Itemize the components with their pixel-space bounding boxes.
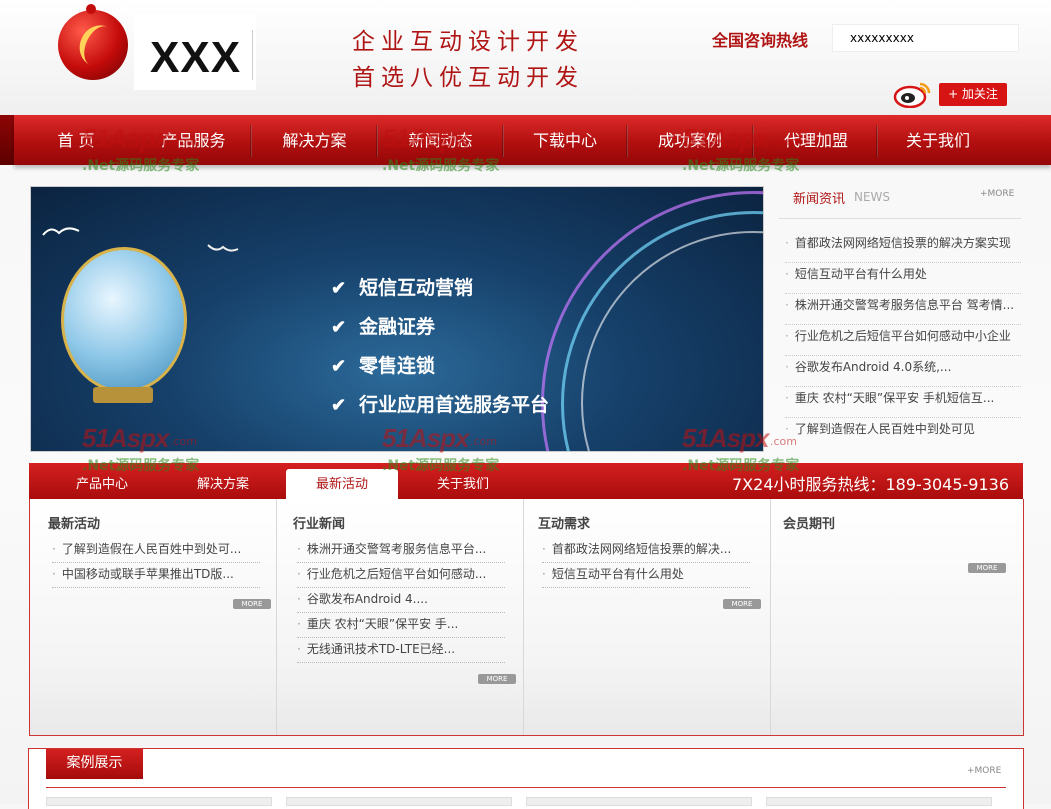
globe-stand xyxy=(93,387,153,403)
banner-line-3: ✔ 零售连锁 xyxy=(331,351,435,378)
banner-line-text: 行业应用首选服务平台 xyxy=(359,394,550,416)
list-item[interactable]: 了解到造假在人民百姓中到处可... xyxy=(52,537,260,563)
watermark-logo: 51Aspx xyxy=(382,123,469,153)
banner-line-text: 短信互动营销 xyxy=(359,277,474,299)
column-title: 最新活动 xyxy=(48,517,101,532)
more-button[interactable]: MORE xyxy=(723,599,761,609)
watermark-tagline: .Net源码服务专家 xyxy=(82,158,200,174)
nav-item-about[interactable]: 关于我们 xyxy=(878,115,998,165)
news-item[interactable]: 首都政法网网络短信投票的解决方案实现 xyxy=(785,231,1021,263)
tab-about[interactable]: 关于我们 xyxy=(407,473,519,492)
case-thumbnail[interactable] xyxy=(286,797,512,806)
weibo-icon[interactable] xyxy=(892,80,932,108)
news-item[interactable]: 行业危机之后短信平台如何感动中小企业 xyxy=(785,324,1021,356)
watermark: 51Aspx .com .Net源码服务专家 xyxy=(82,423,232,474)
column-title: 互动需求 xyxy=(538,517,591,532)
watermark-com: .com xyxy=(470,135,497,148)
column-divider xyxy=(523,499,524,735)
check-icon: ✔ xyxy=(331,317,347,338)
more-button[interactable]: MORE xyxy=(968,563,1006,573)
globe-illustration xyxy=(61,247,187,393)
tab-products[interactable]: 产品中心 xyxy=(46,473,158,492)
watermark-tagline: .Net源码服务专家 xyxy=(682,158,800,174)
watermark-tagline: .Net源码服务专家 xyxy=(82,458,200,474)
list-item[interactable]: 短信互动平台有什么用处 xyxy=(542,562,750,588)
list-item[interactable]: 行业危机之后短信平台如何感动... xyxy=(297,562,505,588)
case-more-link[interactable]: +MORE xyxy=(967,766,1001,776)
news-item[interactable]: 株洲开通交警驾考服务信息平台 驾考情... xyxy=(785,293,1021,325)
list-item[interactable]: 中国移动或联手苹果推出TD版... xyxy=(52,562,260,588)
column-title: 会员期刊 xyxy=(783,517,836,532)
watermark-com: .com xyxy=(170,435,197,448)
watermark-com: .com xyxy=(770,435,797,448)
watermark-com: .com xyxy=(170,135,197,148)
more-button[interactable]: MORE xyxy=(478,674,516,684)
banner-line-text: 金融证券 xyxy=(359,316,436,338)
slogan-line-2: 首选八优互动开发 xyxy=(352,65,584,91)
bird-icon xyxy=(207,244,239,252)
news-title: 新闻资讯 xyxy=(793,192,846,207)
news-more-link[interactable]: +MORE xyxy=(980,189,1014,199)
banner-line-4: ✔ 行业应用首选服务平台 xyxy=(331,390,549,417)
watermark: 51Aspx .com .Net源码服务专家 xyxy=(382,123,532,174)
slogan-line-1: 企业互动设计开发 xyxy=(352,29,584,55)
news-title-en: NEWS xyxy=(854,190,891,204)
case-title: 案例展示 xyxy=(46,749,143,779)
watermark-logo: 51Aspx xyxy=(382,423,469,453)
bird-icon xyxy=(42,227,80,236)
column-divider xyxy=(276,499,277,735)
watermark-com: .com xyxy=(470,435,497,448)
check-icon: ✔ xyxy=(331,356,347,377)
hotline-label: 全国咨询热线 xyxy=(712,31,809,50)
list-item[interactable]: 株洲开通交警驾考服务信息平台... xyxy=(297,537,505,563)
watermark: 51Aspx .com .Net源码服务专家 xyxy=(382,423,532,474)
check-icon: ✔ xyxy=(331,278,347,299)
column-divider xyxy=(770,499,771,735)
list-item[interactable]: 首都政法网网络短信投票的解决... xyxy=(542,537,750,563)
watermark: 51Aspx .com .Net源码服务专家 xyxy=(82,123,232,174)
column-title: 行业新闻 xyxy=(293,517,346,532)
banner-line-1: ✔ 短信互动营销 xyxy=(331,273,473,300)
watermark-tagline: .Net源码服务专家 xyxy=(382,158,500,174)
watermark-logo: 51Aspx xyxy=(82,423,169,453)
news-item[interactable]: 重庆 农村“天眼”保平安 手机短信互... xyxy=(785,386,1021,418)
tab-panel xyxy=(29,499,1024,736)
hotline-number: xxxxxxxxx xyxy=(850,31,914,45)
logo-icon[interactable] xyxy=(58,4,128,80)
list-item[interactable]: 重庆 农村“天眼”保平安 手... xyxy=(297,612,505,638)
watermark: 51Aspx .com .Net源码服务专家 xyxy=(682,423,832,474)
logo-text[interactable]: XXX xyxy=(150,36,241,80)
news-item[interactable]: 短信互动平台有什么用处 xyxy=(785,262,1021,294)
watermark: 51Aspx .com .Net源码服务专家 xyxy=(682,123,832,174)
banner-line-text: 零售连锁 xyxy=(359,355,436,377)
watermark-logo: 51Aspx xyxy=(82,123,169,153)
watermark-logo: 51Aspx xyxy=(682,423,769,453)
nav-item-solutions[interactable]: 解决方案 xyxy=(252,115,377,165)
list-item[interactable]: 无线通讯技术TD-LTE已经... xyxy=(297,637,505,663)
watermark-logo: 51Aspx xyxy=(682,123,769,153)
tab-activities-label[interactable]: 最新活动 xyxy=(286,473,398,492)
news-item[interactable]: 谷歌发布Android 4.0系统,... xyxy=(785,355,1021,387)
follow-button[interactable]: + 加关注 xyxy=(939,83,1007,106)
tab-solutions[interactable]: 解决方案 xyxy=(167,473,279,492)
hero-banner[interactable]: ✔ 短信互动营销 ✔ 金融证券 ✔ 零售连锁 ✔ 行业应用首选服务平台 xyxy=(30,186,764,452)
watermark-com: .com xyxy=(770,135,797,148)
check-icon: ✔ xyxy=(331,395,347,416)
news-divider xyxy=(779,218,1021,219)
case-thumbnail[interactable] xyxy=(766,797,992,806)
case-divider xyxy=(46,787,1006,788)
case-thumbnail[interactable] xyxy=(46,797,272,806)
logo-divider xyxy=(252,30,253,80)
case-thumbnail[interactable] xyxy=(526,797,752,806)
watermark-tagline: .Net源码服务专家 xyxy=(382,458,500,474)
more-button[interactable]: MORE xyxy=(233,599,271,609)
list-item[interactable]: 谷歌发布Android 4.... xyxy=(297,587,505,613)
watermark-tagline: .Net源码服务专家 xyxy=(682,458,800,474)
banner-line-2: ✔ 金融证券 xyxy=(331,312,435,339)
